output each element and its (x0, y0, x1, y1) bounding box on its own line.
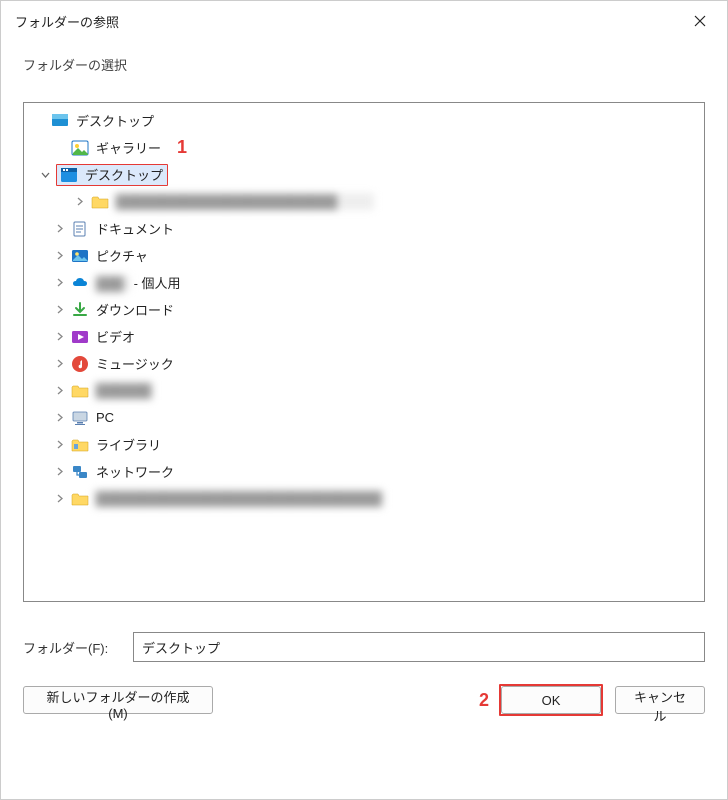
onedrive-icon (70, 273, 90, 293)
downloads-icon (70, 300, 90, 320)
tree-label: ミュージック (94, 353, 176, 374)
expander-placeholder (32, 114, 46, 128)
tree-row-blurred[interactable]: ██████ (24, 377, 704, 404)
expander-expanded-icon[interactable] (38, 168, 52, 182)
folder-icon (90, 192, 110, 212)
tree-label: ダウンロード (94, 299, 176, 320)
tree-row-desktop-selected[interactable]: デスクトップ (24, 161, 704, 188)
tree-label: ビデオ (94, 326, 137, 347)
dialog-content: フォルダーの選択 デスクトップ (1, 41, 727, 799)
folder-icon (70, 489, 90, 509)
annotation-1: 1 (177, 137, 187, 158)
expander-collapsed-icon[interactable] (52, 384, 66, 398)
tree-row-pc[interactable]: PC (24, 404, 704, 431)
expander-collapsed-icon[interactable] (52, 249, 66, 263)
tree-row-onedrive[interactable]: ███ - 個人用 (24, 269, 704, 296)
expander-collapsed-icon[interactable] (52, 330, 66, 344)
tree-label-blurred: ██████ (94, 382, 153, 399)
tree-label: ピクチャ (94, 245, 150, 266)
libraries-icon (70, 435, 90, 455)
tree-row-blurred-subfolder[interactable]: ████████████████████████ (24, 188, 704, 215)
cancel-button[interactable]: キャンセル (615, 686, 705, 714)
tree-row-music[interactable]: ミュージック (24, 350, 704, 377)
tree-label-blurred: ████████████████████████ (114, 193, 374, 210)
tree-row-network[interactable]: ネットワーク (24, 458, 704, 485)
dialog-title: フォルダーの参照 (15, 12, 119, 31)
pc-icon (70, 408, 90, 428)
folder-icon (70, 381, 90, 401)
music-icon (70, 354, 90, 374)
gallery-icon (70, 138, 90, 158)
folder-tree-panel[interactable]: デスクトップ ギャラリー 1 (23, 102, 705, 602)
expander-collapsed-icon[interactable] (52, 411, 66, 425)
tree-row-pictures[interactable]: ピクチャ (24, 242, 704, 269)
tree-row-blurred-long[interactable]: ███████████████████████████████ (24, 485, 704, 512)
expander-collapsed-icon[interactable] (52, 222, 66, 236)
tree-row-gallery[interactable]: ギャラリー 1 (24, 134, 704, 161)
new-folder-button[interactable]: 新しいフォルダーの作成(M) (23, 686, 213, 714)
desktop-icon (50, 111, 70, 131)
tree-row-videos[interactable]: ビデオ (24, 323, 704, 350)
tree-label: PC (94, 409, 116, 426)
expander-placeholder (52, 141, 66, 155)
tree-row-libraries[interactable]: ライブラリ (24, 431, 704, 458)
tree-row-documents[interactable]: ドキュメント (24, 215, 704, 242)
network-icon (70, 462, 90, 482)
documents-icon (70, 219, 90, 239)
tree-label: ███ - 個人用 (94, 272, 183, 293)
tree-label: ギャラリー (94, 137, 163, 158)
expander-collapsed-icon[interactable] (52, 303, 66, 317)
onedrive-suffix: - 個人用 (130, 276, 181, 291)
folder-tree: デスクトップ ギャラリー 1 (24, 107, 704, 512)
expander-collapsed-icon[interactable] (52, 492, 66, 506)
dialog-subtitle: フォルダーの選択 (23, 55, 705, 74)
videos-icon (70, 327, 90, 347)
desktop-window-icon (59, 165, 79, 185)
expander-collapsed-icon[interactable] (52, 276, 66, 290)
tree-label-blurred: ███████████████████████████████ (94, 490, 384, 507)
onedrive-prefix-blurred: ███ (96, 276, 130, 291)
tree-label: ネットワーク (94, 461, 176, 482)
annotation-2: 2 (479, 690, 489, 711)
ok-button[interactable]: OK (501, 686, 601, 714)
folder-path-row: フォルダー(F): (23, 632, 705, 662)
tree-label: デスクトップ (74, 110, 156, 131)
dialog-buttons-row: 新しいフォルダーの作成(M) 2 OK キャンセル (23, 684, 705, 736)
titlebar: フォルダーの参照 (1, 1, 727, 41)
folder-path-input[interactable] (133, 632, 705, 662)
expander-collapsed-icon[interactable] (52, 465, 66, 479)
tree-label: ドキュメント (94, 218, 176, 239)
browse-folder-dialog: フォルダーの参照 フォルダーの選択 デスクトップ (0, 0, 728, 800)
expander-collapsed-icon[interactable] (72, 195, 86, 209)
tree-row-root-desktop[interactable]: デスクトップ (24, 107, 704, 134)
close-button[interactable] (677, 1, 723, 41)
pictures-icon (70, 246, 90, 266)
folder-field-label: フォルダー(F): (23, 638, 133, 657)
tree-label: ライブラリ (94, 434, 163, 455)
tree-label: デスクトップ (83, 164, 165, 185)
expander-collapsed-icon[interactable] (52, 438, 66, 452)
ok-highlight-box: OK (499, 684, 603, 716)
expander-collapsed-icon[interactable] (52, 357, 66, 371)
tree-row-downloads[interactable]: ダウンロード (24, 296, 704, 323)
close-icon (694, 15, 706, 27)
